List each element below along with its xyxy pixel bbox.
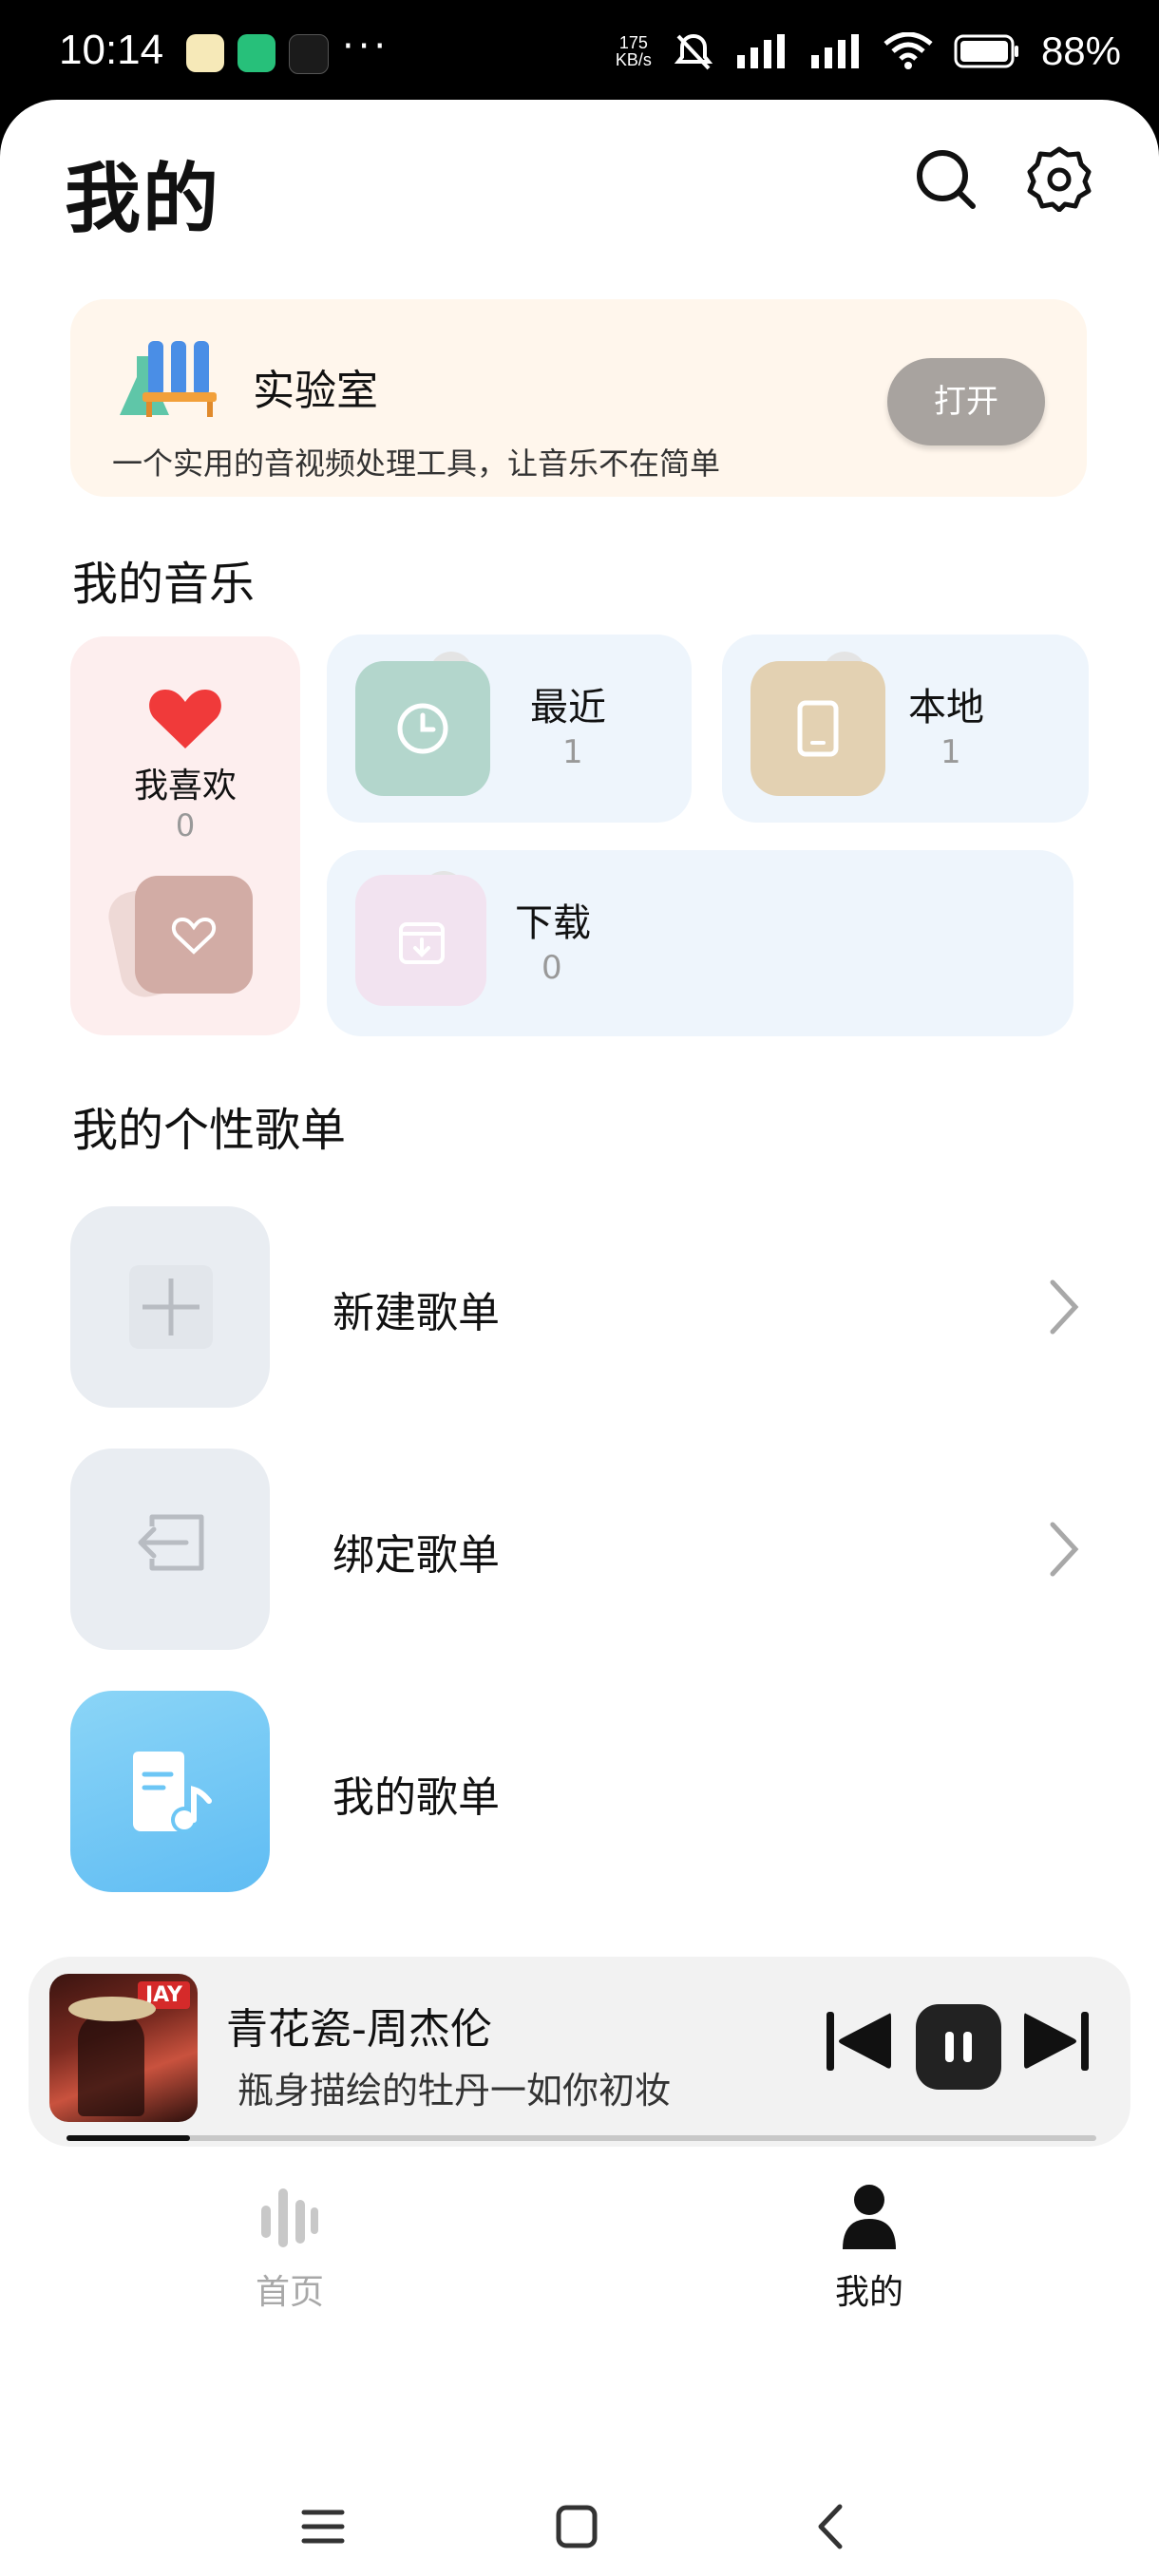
status-bar: 10:14 ··· 175 KB/s 88% <box>0 0 1159 100</box>
page-title: 我的 <box>65 155 220 243</box>
downloads-card[interactable]: 下载 0 <box>327 850 1074 1036</box>
tab-home[interactable]: 首页 <box>147 2175 432 2327</box>
bind-playlist-row[interactable]: 绑定歌单 <box>70 1449 1096 1650</box>
battery-icon <box>954 34 1018 68</box>
signal-icon <box>810 34 859 68</box>
downloads-count: 0 <box>542 949 562 987</box>
clock-icon <box>397 703 448 754</box>
back-chevron-icon[interactable] <box>794 2493 870 2560</box>
mute-bell-icon <box>674 33 713 70</box>
download-box-icon <box>399 922 445 964</box>
pause-button[interactable] <box>916 2004 1001 2090</box>
my-playlist-tile <box>70 1691 270 1892</box>
lab-title: 实验室 <box>253 367 378 415</box>
chevron-right-icon <box>1050 1522 1079 1577</box>
my-playlist-row[interactable]: 我的歌单 <box>70 1691 1096 1892</box>
user-icon <box>843 2185 896 2249</box>
chevron-right-icon <box>1050 1279 1079 1335</box>
recent-label: 最近 <box>530 686 606 729</box>
my-playlist-label: 我的歌单 <box>332 1773 500 1822</box>
network-speed-unit: KB/s <box>615 50 652 69</box>
local-tile <box>750 661 885 796</box>
album-cover[interactable]: JAY <box>49 1974 198 2122</box>
status-time: 10:14 <box>59 27 164 73</box>
previous-track-icon[interactable] <box>823 2008 893 2074</box>
signal-icon <box>736 34 785 68</box>
heart-outline-icon <box>171 917 217 955</box>
phone-icon <box>797 700 839 757</box>
local-count: 1 <box>940 733 961 771</box>
song-title: 青花瓷-周杰伦 <box>226 2005 492 2054</box>
menu-icon[interactable] <box>285 2493 361 2560</box>
local-label: 本地 <box>908 686 984 729</box>
tab-mine[interactable]: 我的 <box>727 2175 1012 2327</box>
next-track-icon[interactable] <box>1022 2008 1092 2074</box>
playback-progress[interactable] <box>66 2135 1096 2141</box>
local-card[interactable]: 本地 1 <box>722 635 1089 823</box>
favorites-card[interactable]: 我喜欢 0 <box>70 636 300 1035</box>
notification-app-icon <box>186 34 224 72</box>
mini-player[interactable]: JAY 青花瓷-周杰伦 瓶身描绘的牡丹一如你初妆 <box>28 1957 1130 2147</box>
tab-home-label: 首页 <box>255 2273 324 2312</box>
bind-playlist-label: 绑定歌单 <box>332 1531 500 1580</box>
lab-card[interactable]: 实验室 一个实用的音视频处理工具，让音乐不在简单 打开 <box>70 299 1087 497</box>
favorites-count: 0 <box>175 807 196 843</box>
my-music-title: 我的音乐 <box>72 558 256 611</box>
home-bars-icon <box>261 2188 318 2247</box>
plus-icon <box>129 1265 213 1349</box>
home-square-icon[interactable] <box>538 2493 614 2560</box>
search-icon[interactable] <box>912 145 978 212</box>
more-notifications-icon: ··· <box>342 25 390 68</box>
wifi-icon <box>884 32 933 69</box>
recent-card[interactable]: 最近 1 <box>327 635 692 823</box>
battery-level: 88% <box>1040 28 1121 73</box>
lab-flask-icon <box>120 341 217 417</box>
settings-gear-icon[interactable] <box>1026 145 1092 212</box>
lab-open-button[interactable]: 打开 <box>887 358 1045 445</box>
music-document-icon <box>133 1752 212 1833</box>
main-content: 我的 实验室 一个实用的音视频处理工具，让音乐不在简单 打开 我的音乐 我喜欢 … <box>0 100 1159 2576</box>
heart-icon <box>149 690 221 748</box>
network-speed: 175 KB/s <box>616 34 652 68</box>
pause-icon <box>945 2032 972 2062</box>
my-playlists-title: 我的个性歌单 <box>72 1104 347 1157</box>
lab-description: 一个实用的音视频处理工具，让音乐不在简单 <box>112 445 721 482</box>
notification-app-icon <box>289 34 329 74</box>
tab-mine-label: 我的 <box>834 2273 903 2312</box>
album-cover-hat <box>68 1997 156 2021</box>
bind-playlist-tile <box>70 1449 270 1650</box>
recent-tile <box>355 661 490 796</box>
downloads-tile <box>355 875 486 1006</box>
recent-count: 1 <box>562 733 583 771</box>
favorites-tile <box>135 876 253 994</box>
system-nav-bar <box>0 2474 1159 2576</box>
status-indicators: 175 KB/s 88% <box>616 23 1121 80</box>
new-playlist-row[interactable]: 新建歌单 <box>70 1206 1096 1408</box>
downloads-label: 下载 <box>515 901 591 945</box>
bottom-tab-bar: 首页 我的 <box>0 2175 1159 2327</box>
song-lyric: 瓶身描绘的牡丹一如你初妆 <box>238 2070 672 2112</box>
import-arrow-icon <box>138 1514 204 1571</box>
notification-app-icon <box>238 34 276 72</box>
new-playlist-label: 新建歌单 <box>332 1289 500 1337</box>
network-speed-value: 175 <box>618 33 648 52</box>
favorites-label: 我喜欢 <box>133 767 237 805</box>
album-cover-figure <box>78 2012 144 2116</box>
playback-progress-fill <box>66 2135 191 2141</box>
new-playlist-tile <box>70 1206 270 1408</box>
